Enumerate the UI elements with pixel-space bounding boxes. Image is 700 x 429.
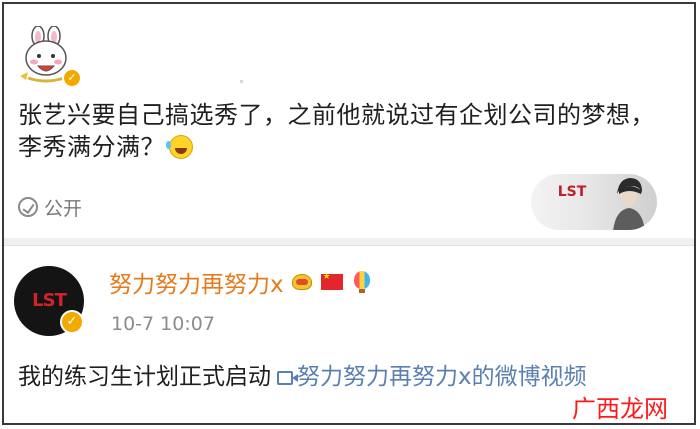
post-text: 张艺兴要自己搞选秀了，之前他就说过有企划公司的梦想，李秀满分满？ (18, 99, 668, 163)
public-icon (18, 197, 38, 217)
post-text-content: 我的练习生计划正式启动 (18, 364, 271, 390)
username-row: 努力努力再努力x (109, 266, 374, 298)
verified-badge-icon: ✓ (60, 310, 84, 334)
verified-badge-icon: ✓ (62, 68, 82, 88)
post-text-content: 张艺兴要自己搞选秀了，之前他就说过有企划公司的梦想，李秀满分满？ (18, 101, 655, 161)
balloon-icon[interactable] (350, 270, 374, 294)
visibility-label: 公开 (44, 197, 83, 220)
username[interactable]: 努力努力再努力x (109, 265, 284, 299)
post-thumbnail[interactable]: LST (531, 174, 657, 230)
post-timestamp: 10-7 10:07 (111, 313, 215, 335)
watermark: 广西龙网 (572, 395, 668, 423)
video-link[interactable]: 努力努力再努力x的微博视频 (271, 364, 587, 390)
video-link-label: 努力努力再努力x的微博视频 (297, 364, 587, 390)
screenshot-frame: ✓ 张艺兴要自己搞选秀了，之前他就说过有企划公司的梦想，李秀满分满？ 公开 LS… (2, 2, 696, 425)
visibility-indicator[interactable]: 公开 (18, 194, 82, 220)
divider-dot (240, 80, 243, 83)
laughing-emoji-icon (166, 135, 193, 159)
crown-icon[interactable] (290, 270, 314, 294)
china-flag-icon[interactable] (320, 270, 344, 294)
thumbnail-logo: LST (557, 184, 587, 200)
video-icon (277, 371, 293, 385)
section-divider-line (4, 245, 694, 246)
thumbnail-person-image (613, 178, 645, 230)
